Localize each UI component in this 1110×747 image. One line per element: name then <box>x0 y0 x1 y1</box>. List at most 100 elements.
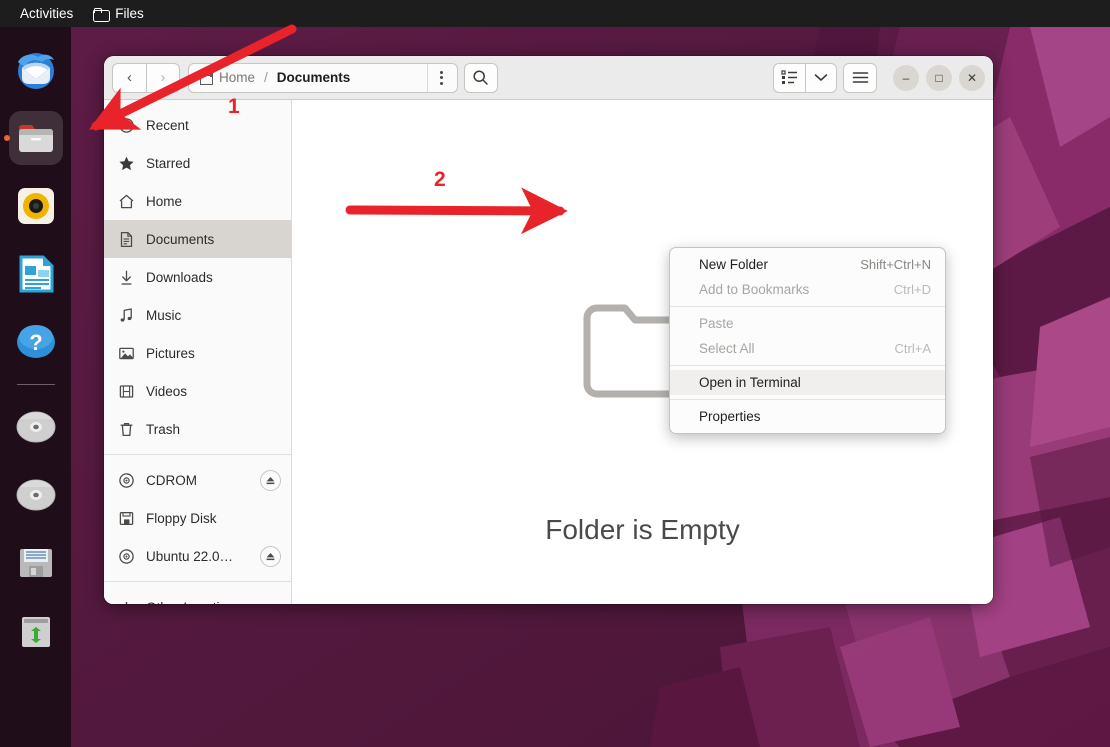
dock-item-files[interactable] <box>8 111 63 165</box>
sidebar-separator <box>104 454 291 455</box>
menu-item-label: New Folder <box>699 257 769 272</box>
home-icon <box>119 194 134 208</box>
menu-item-new-folder[interactable]: New Folder Shift+Ctrl+N <box>670 252 945 277</box>
sidebar-label: Downloads <box>146 269 213 285</box>
sidebar-item-floppy-disk[interactable]: Floppy Disk <box>104 499 291 537</box>
menu-item-label: Properties <box>699 409 761 424</box>
menu-item-properties[interactable]: Properties <box>670 404 945 429</box>
search-button[interactable] <box>463 62 498 93</box>
disc-icon <box>16 411 55 443</box>
rhythmbox-icon <box>17 188 54 224</box>
maximize-icon: □ <box>935 70 943 85</box>
dock-item-libreoffice[interactable] <box>9 247 63 301</box>
sidebar-item-home[interactable]: Home <box>104 182 291 220</box>
view-mode-group <box>773 62 837 93</box>
menu-separator <box>670 306 945 307</box>
sidebar-label: CDROM <box>146 472 197 488</box>
menu-item-accel: Ctrl+A <box>894 341 931 356</box>
list-view-icon <box>781 70 797 84</box>
dock-item-cdrom-1[interactable] <box>9 400 63 454</box>
annotation-number-1: 1 <box>228 95 240 118</box>
sidebar-item-downloads[interactable]: Downloads <box>104 258 291 296</box>
view-options-button[interactable] <box>805 62 837 93</box>
sidebar-item-trash[interactable]: Trash <box>104 410 291 448</box>
disc-icon <box>119 548 134 564</box>
activities-button[interactable]: Activities <box>10 0 83 27</box>
menu-item-label: Select All <box>699 341 755 356</box>
sidebar-label: Home <box>146 193 183 209</box>
places-sidebar: Recent Starred Home Documents Downloads … <box>104 100 292 604</box>
eject-button[interactable] <box>260 469 281 491</box>
download-icon <box>121 270 132 285</box>
sidebar-label: Trash <box>146 421 181 437</box>
back-button[interactable]: ‹ <box>112 62 146 93</box>
search-icon <box>473 70 488 85</box>
empty-folder-message: Folder is Empty <box>545 514 740 545</box>
files-icon <box>18 125 53 152</box>
breadcrumb-home[interactable]: Home <box>191 65 264 91</box>
sidebar-item-starred[interactable]: Starred <box>104 144 291 182</box>
app-menu-files[interactable]: Files <box>83 0 154 27</box>
libreoffice-icon <box>19 255 53 293</box>
sidebar-item-ubuntu-disc[interactable]: Ubuntu 22.0… <box>104 537 291 575</box>
hamburger-menu-icon <box>852 72 868 83</box>
breadcrumb-home-label: Home <box>219 70 256 85</box>
document-icon <box>120 231 133 247</box>
path-bar: Home / Documents <box>188 62 458 93</box>
sidebar-item-documents[interactable]: Documents <box>104 220 291 258</box>
sidebar-item-cdrom[interactable]: CDROM <box>104 461 291 499</box>
menu-item-accel: Ctrl+D <box>893 282 931 297</box>
svg-text:?: ? <box>29 330 42 355</box>
dock-item-help[interactable]: ? <box>9 315 63 369</box>
breadcrumb-documents[interactable]: Documents <box>268 65 360 91</box>
dock-item-thunderbird[interactable] <box>9 43 63 97</box>
sidebar-item-other-locations[interactable]: Other Locations <box>104 588 291 604</box>
thunderbird-icon <box>17 53 54 89</box>
trash-icon <box>120 422 133 436</box>
eject-icon <box>266 476 275 484</box>
menu-item-accel: Shift+Ctrl+N <box>860 257 931 272</box>
minimize-button[interactable]: – <box>893 64 919 91</box>
menu-item-open-in-terminal[interactable]: Open in Terminal <box>670 370 945 395</box>
trash-icon <box>21 617 50 647</box>
dock-item-trash[interactable] <box>9 604 63 658</box>
dock-item-floppy[interactable] <box>9 536 63 590</box>
path-menu-button[interactable] <box>426 63 455 92</box>
sidebar-label: Starred <box>146 155 191 171</box>
sidebar-label: Music <box>146 307 182 323</box>
sidebar-label: Documents <box>146 231 215 247</box>
context-menu: New Folder Shift+Ctrl+N Add to Bookmarks… <box>669 247 946 434</box>
files-window: ‹ › Home / Documents – □ ✕ Recent Starre… <box>104 56 993 604</box>
dock-item-cdrom-2[interactable] <box>9 468 63 522</box>
image-icon <box>119 347 134 359</box>
music-icon <box>120 307 132 322</box>
forward-button[interactable]: › <box>146 62 180 93</box>
sidebar-label: Videos <box>146 383 188 399</box>
window-controls: – □ ✕ <box>893 64 985 91</box>
menu-item-label: Add to Bookmarks <box>699 282 810 297</box>
menu-separator <box>670 365 945 366</box>
chevron-right-icon: › <box>160 69 166 86</box>
menu-item-paste: Paste <box>670 311 945 336</box>
home-icon <box>200 72 213 85</box>
main-menu-button[interactable] <box>843 62 877 93</box>
ubuntu-dock: ? <box>0 27 71 747</box>
help-icon: ? <box>16 325 55 358</box>
close-button[interactable]: ✕ <box>959 64 985 91</box>
sidebar-item-recent[interactable]: Recent <box>104 106 291 144</box>
sidebar-item-pictures[interactable]: Pictures <box>104 334 291 372</box>
sidebar-item-music[interactable]: Music <box>104 296 291 334</box>
sidebar-label: Recent <box>146 117 189 133</box>
sidebar-label: Ubuntu 22.0… <box>146 548 234 564</box>
dock-item-rhythmbox[interactable] <box>9 179 63 233</box>
menu-item-add-to-bookmarks: Add to Bookmarks Ctrl+D <box>670 277 945 302</box>
sidebar-item-videos[interactable]: Videos <box>104 372 291 410</box>
maximize-button[interactable]: □ <box>926 64 952 91</box>
list-view-button[interactable] <box>773 62 805 93</box>
menu-separator <box>670 399 945 400</box>
eject-button[interactable] <box>260 545 281 567</box>
gnome-top-bar: Activities Files <box>0 0 1110 27</box>
minimize-icon: – <box>902 70 910 85</box>
disc-icon <box>119 472 134 488</box>
breadcrumb-current-label: Documents <box>276 70 351 85</box>
